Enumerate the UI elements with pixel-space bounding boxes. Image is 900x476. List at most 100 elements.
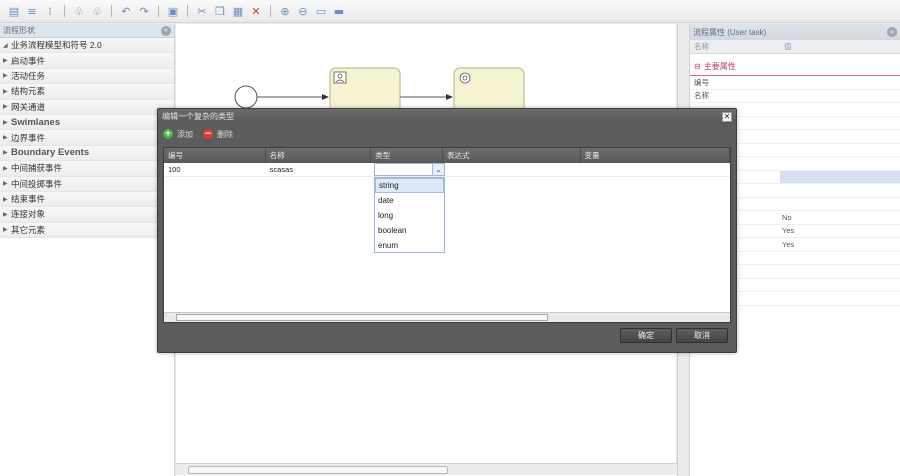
save-icon[interactable]: ▤ bbox=[6, 3, 22, 19]
zoom-reset-icon[interactable]: ▬ bbox=[331, 3, 347, 19]
shape-category-item[interactable]: ▶ 其它元素 bbox=[0, 222, 174, 239]
shape-category-item[interactable]: ▶ Swimlanes bbox=[0, 114, 174, 131]
property-row[interactable]: 名称 bbox=[690, 90, 900, 103]
shape-category-label: 业务流程模型和符号 2.0 bbox=[11, 40, 102, 51]
delete-button[interactable]: 删除 bbox=[217, 129, 233, 140]
type-grid: 编号 名称 类型 表达式 变量 100 scasas bbox=[163, 147, 731, 323]
triangle-right-icon: ▶ bbox=[3, 72, 8, 80]
cancel-button[interactable]: 取消 bbox=[676, 328, 728, 343]
save-file-icon[interactable]: ▣ bbox=[165, 3, 181, 19]
dropdown-option[interactable]: long bbox=[375, 208, 444, 223]
shape-category-label: Boundary Events bbox=[11, 147, 90, 159]
triangle-right-icon: ▶ bbox=[3, 134, 8, 142]
ok-button[interactable]: 确定 bbox=[620, 328, 672, 343]
main-toolbar: ▤ ≡ ⁞ ♧ ♧ ↶ ↷ ▣ ✂ ❐ ▦ ✕ ⊕ ⊖ ▭ ▬ bbox=[0, 0, 900, 23]
scrollbar-thumb[interactable] bbox=[188, 466, 448, 474]
dropdown-option[interactable]: date bbox=[375, 193, 444, 208]
sequence-flow-arrow bbox=[322, 94, 329, 100]
start-event[interactable] bbox=[234, 85, 258, 109]
zoom-in-icon[interactable]: ⊕ bbox=[277, 3, 293, 19]
shape-category-item[interactable]: ▶ 活动任务 bbox=[0, 68, 174, 85]
property-group-main[interactable]: ⊟ 主要属性 bbox=[690, 58, 900, 76]
dropdown-option[interactable]: boolean bbox=[375, 223, 444, 238]
triangle-right-icon: ▶ bbox=[3, 226, 8, 234]
shape-category-item[interactable]: ▶ 边界事件 bbox=[0, 130, 174, 146]
shape-category-item[interactable]: ▶ 网关通道 bbox=[0, 99, 174, 115]
redo-icon[interactable]: ↷ bbox=[136, 3, 152, 19]
group-icon[interactable]: ♧ bbox=[71, 3, 87, 19]
dropdown-option[interactable]: string bbox=[375, 178, 444, 193]
toolbar-separator bbox=[158, 5, 159, 17]
shape-category-label: 其它元素 bbox=[11, 224, 46, 235]
property-key: 编号 bbox=[694, 77, 709, 87]
triangle-right-icon: ▶ bbox=[3, 149, 8, 157]
property-value[interactable]: Yes bbox=[780, 226, 900, 235]
shape-category-item[interactable]: ▶ 启动事件 bbox=[0, 53, 174, 69]
triangle-right-icon: ▶ bbox=[3, 180, 8, 188]
shape-category-item[interactable]: ▶ 中间投掷事件 bbox=[0, 176, 174, 192]
dropdown-option[interactable]: enum bbox=[375, 238, 444, 253]
grid-col-variable[interactable]: 变量 bbox=[581, 148, 730, 163]
grid-col-name[interactable]: 名称 bbox=[266, 148, 372, 163]
shape-category-label: 连接对象 bbox=[11, 209, 46, 220]
double-chevron-left-icon[interactable]: « bbox=[161, 25, 171, 36]
shape-category-label: 边界事件 bbox=[11, 132, 46, 143]
shape-category-item[interactable]: ▶ 连接对象 bbox=[0, 207, 174, 223]
cell-variable[interactable] bbox=[581, 163, 730, 176]
table-row[interactable]: 100 scasas bbox=[164, 163, 730, 177]
triangle-right-icon: ▶ bbox=[3, 118, 8, 126]
shape-category-item[interactable]: ▶ 中间捕获事件 bbox=[0, 161, 174, 177]
shape-category-label: 活动任务 bbox=[11, 70, 46, 81]
zoom-out-icon[interactable]: ⊖ bbox=[295, 3, 311, 19]
double-chevron-right-icon[interactable]: » bbox=[887, 27, 897, 37]
grid-col-id[interactable]: 编号 bbox=[164, 148, 266, 163]
property-panel-header: 流程属性 (User task) » bbox=[690, 24, 900, 40]
grid-icon[interactable]: ⁞ bbox=[42, 3, 58, 19]
scrollbar-thumb[interactable] bbox=[176, 314, 548, 321]
dialog-toolbar: + 添加 − 删除 bbox=[163, 126, 239, 142]
property-row[interactable]: 编号 bbox=[690, 76, 900, 90]
grid-col-expression[interactable]: 表达式 bbox=[443, 148, 581, 163]
cut-icon[interactable]: ✂ bbox=[194, 3, 210, 19]
toolbar-separator bbox=[187, 5, 188, 17]
property-key: 名称 bbox=[694, 91, 709, 101]
grid-header: 编号 名称 类型 表达式 变量 bbox=[164, 148, 730, 163]
dialog-titlebar: 编辑一个复杂的类型 ✕ bbox=[158, 109, 736, 124]
property-value[interactable]: No bbox=[780, 213, 900, 222]
shape-category-item[interactable]: ◢ 业务流程模型和符号 2.0 bbox=[0, 38, 174, 54]
shape-category-item[interactable]: ▶ 结束事件 bbox=[0, 191, 174, 208]
delete-icon[interactable]: ✕ bbox=[248, 3, 264, 19]
property-group-label: 主要属性 bbox=[703, 62, 736, 71]
copy-icon[interactable]: ❐ bbox=[212, 3, 228, 19]
cell-id[interactable]: 100 bbox=[164, 163, 266, 176]
chevron-down-icon[interactable]: ⌄ bbox=[432, 164, 444, 175]
shape-panel-title: 流程形状 bbox=[3, 26, 35, 35]
shape-category-label: 结束事件 bbox=[11, 194, 46, 205]
shape-category-item[interactable]: ▶ 结构元素 bbox=[0, 84, 174, 100]
close-icon[interactable]: ✕ bbox=[722, 111, 732, 122]
triangle-right-icon: ▶ bbox=[3, 164, 8, 172]
align-icon[interactable]: ≡ bbox=[24, 3, 40, 19]
cell-expression[interactable] bbox=[443, 163, 581, 176]
paste-icon[interactable]: ▦ bbox=[230, 3, 246, 19]
type-select[interactable]: ⌄ bbox=[374, 163, 445, 176]
add-button[interactable]: 添加 bbox=[177, 129, 193, 140]
sequence-flow-arrow bbox=[446, 94, 453, 100]
property-columns: 名称 值 bbox=[690, 40, 900, 54]
ungroup-icon[interactable]: ♧ bbox=[89, 3, 105, 19]
undo-icon[interactable]: ↶ bbox=[118, 3, 134, 19]
property-value[interactable]: Yes bbox=[780, 240, 900, 249]
toolbar-separator bbox=[64, 5, 65, 17]
triangle-right-icon: ▶ bbox=[3, 103, 8, 111]
plus-icon[interactable]: + bbox=[163, 129, 173, 139]
shape-category-item[interactable]: ▶ Boundary Events bbox=[0, 145, 174, 162]
zoom-fit-icon[interactable]: ▭ bbox=[313, 3, 329, 19]
minus-icon[interactable]: − bbox=[203, 129, 213, 139]
property-col-value: 值 bbox=[784, 42, 792, 51]
triangle-down-icon: ◢ bbox=[3, 41, 8, 49]
grid-col-type[interactable]: 类型 bbox=[371, 148, 444, 163]
gear-icon bbox=[459, 72, 471, 84]
cell-name[interactable]: scasas bbox=[266, 163, 372, 176]
grid-horizontal-scrollbar[interactable] bbox=[164, 312, 730, 322]
canvas-horizontal-scrollbar[interactable] bbox=[176, 463, 677, 475]
